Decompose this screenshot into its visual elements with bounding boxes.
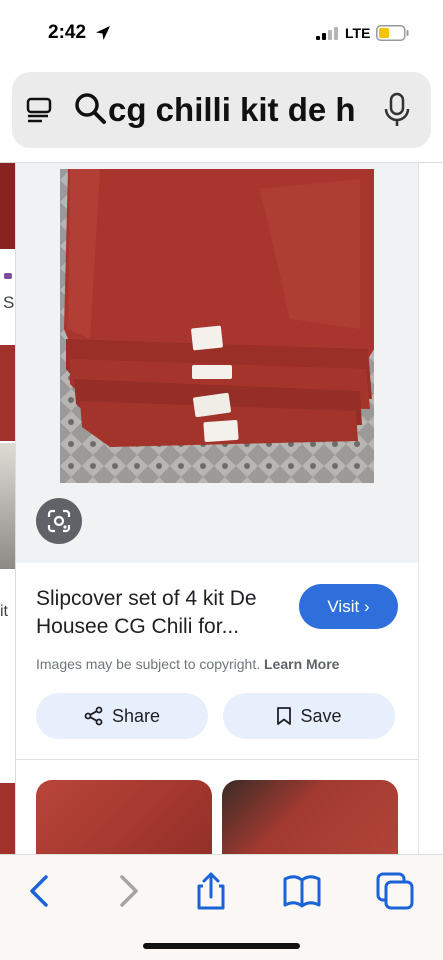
related-image-thumbnail[interactable] [222,780,398,854]
home-indicator[interactable] [143,943,300,949]
learn-more-link[interactable]: Learn More [264,656,339,672]
product-image[interactable] [60,169,374,483]
save-label: Save [300,705,342,726]
signal-icon [316,27,338,40]
related-image-thumbnail[interactable] [36,780,212,854]
reader-icon[interactable] [26,96,54,124]
side-text: it [0,603,8,620]
result-info: Slipcover set of 4 kit De Housee CG Chil… [16,563,418,759]
location-arrow-icon [96,26,110,40]
side-thumbnail[interactable] [0,163,15,249]
address-bar[interactable]: cg chilli kit de h [12,72,431,148]
next-result-edge[interactable] [418,163,443,854]
bookmarks-icon[interactable] [282,871,322,911]
site-favicon [4,273,12,279]
search-icon [75,93,106,124]
result-title[interactable]: Slipcover set of 4 kit De Housee CG Chil… [36,585,294,641]
image-preview-area [16,163,418,563]
related-images [16,760,418,854]
side-thumbnail[interactable] [0,443,15,569]
save-button[interactable]: Save [223,693,395,739]
previous-results-strip[interactable]: S it [0,163,16,854]
bookmark-icon [277,707,292,725]
copyright-text: Images may be subject to copyright. [36,656,261,672]
visit-button[interactable]: Visit › [299,584,398,629]
share-icon [84,706,103,726]
battery-icon [376,25,409,41]
forward-icon[interactable] [108,871,148,911]
chevron-right-icon: › [363,597,370,616]
lens-button[interactable] [36,498,82,544]
status-time: 2:42 [48,22,87,43]
visit-label: Visit [327,597,360,616]
browser-toolbar [0,854,443,960]
mic-icon[interactable] [382,92,412,128]
side-text: S [3,293,15,312]
share-label: Share [111,705,161,726]
status-bar: 2:42 LTE [0,0,443,62]
search-query[interactable]: cg chilli kit de h [108,90,376,130]
back-icon[interactable] [20,871,60,911]
share-button[interactable]: Share [36,693,208,739]
tabs-icon[interactable] [375,871,415,911]
web-page: S it Slipcover set of 4 kit De Housee CG… [0,162,443,854]
side-thumbnail[interactable] [0,783,15,854]
share-sheet-icon[interactable] [191,871,231,911]
image-result-card: Slipcover set of 4 kit De Housee CG Chil… [16,163,418,854]
side-thumbnail[interactable] [0,345,15,441]
network-type: LTE [345,25,371,41]
copyright-notice: Images may be subject to copyright. Lear… [36,656,339,672]
lens-icon [47,509,71,533]
